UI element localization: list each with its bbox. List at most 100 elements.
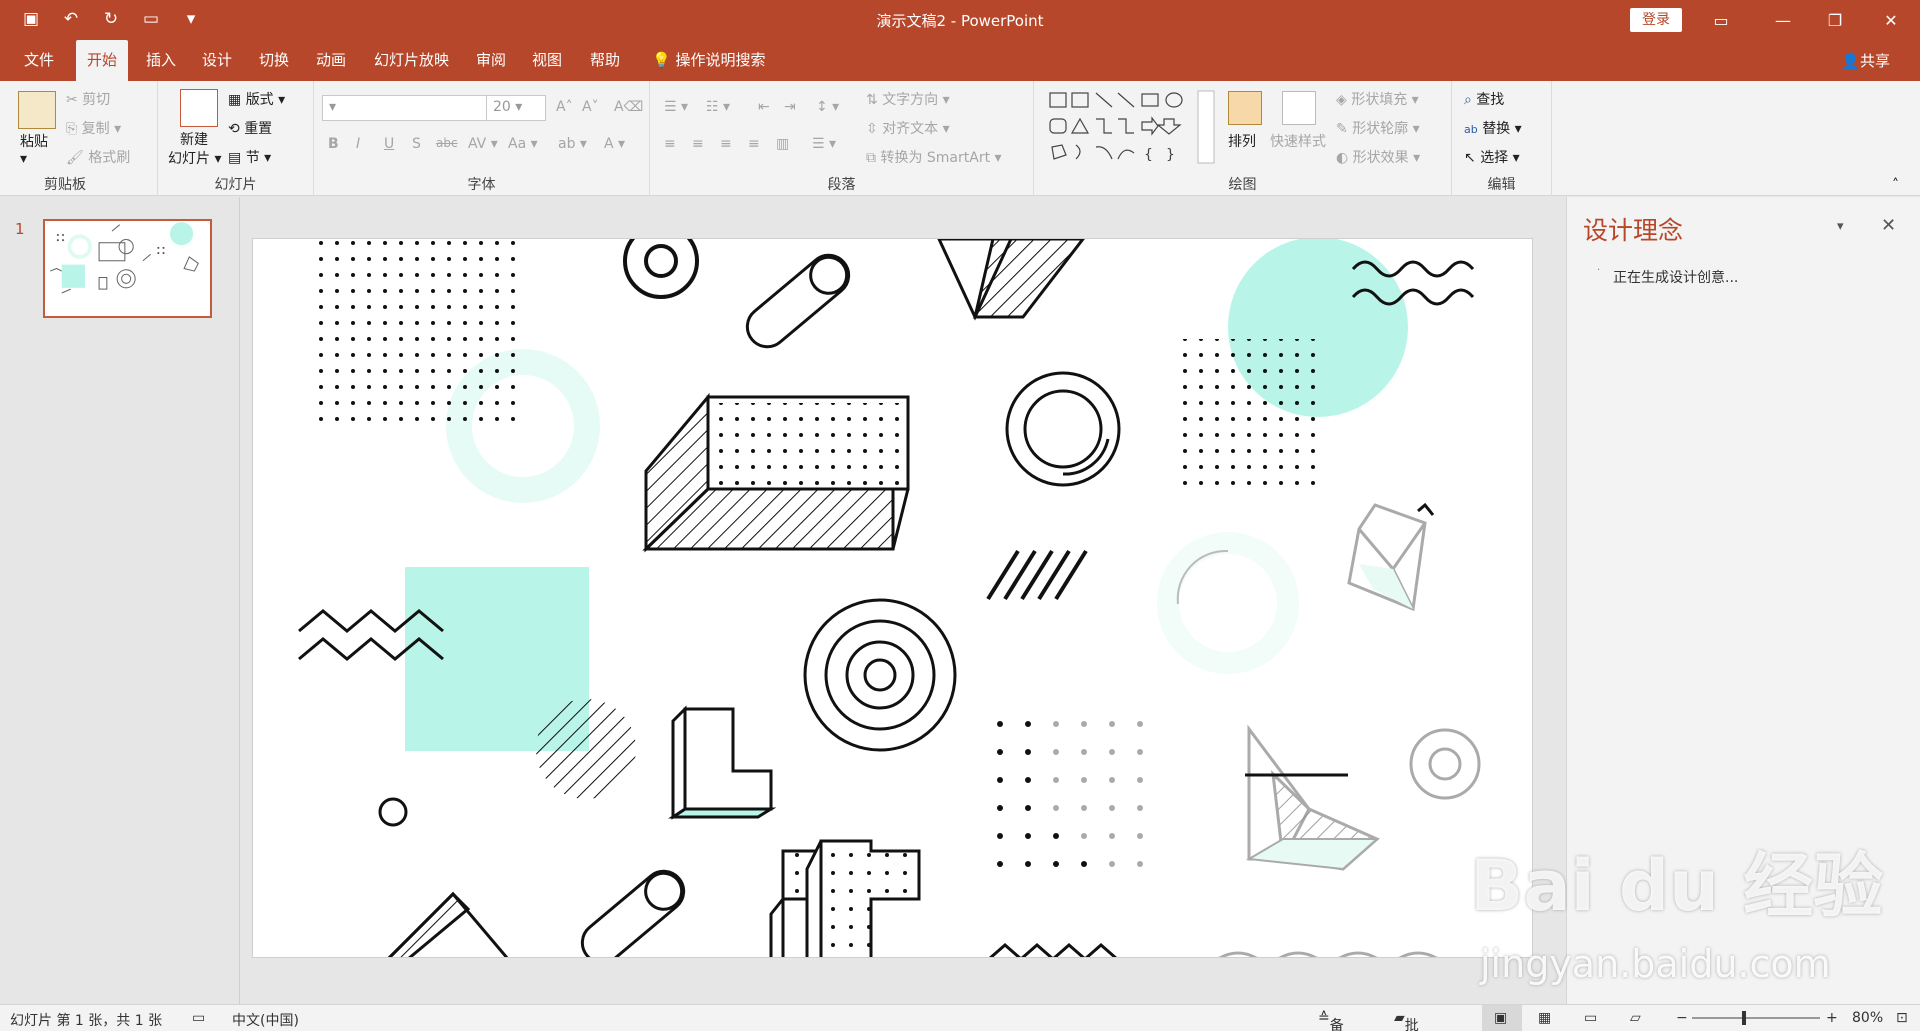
arrange-button[interactable]: 排列 xyxy=(1228,131,1256,151)
reset-button[interactable]: ⟲ 重置 xyxy=(228,118,272,138)
ribbon: 粘贴 ▾ ✂ 剪切 ⎘ 复制 ▾ 🖌 格式刷 剪贴板 新建 幻灯片 ▾ ▦ 版式… xyxy=(0,81,1920,196)
font-label: 字体 xyxy=(467,177,496,193)
layout-button[interactable]: ▦ 版式 ▾ xyxy=(228,89,285,109)
dot-grid-top-left xyxy=(317,241,525,431)
new-slide-icon[interactable] xyxy=(180,89,218,127)
bullets-icon[interactable]: ☰ ▾ xyxy=(664,99,688,115)
line-spacing-icon[interactable]: ↕ ▾ xyxy=(816,99,839,115)
tab-animations[interactable]: 动画 xyxy=(314,40,348,81)
tab-design[interactable]: 设计 xyxy=(200,40,234,81)
tab-home[interactable]: 开始 xyxy=(76,40,128,81)
clear-formatting-icon[interactable]: A⌫ xyxy=(614,99,643,115)
find-button[interactable]: ⌕ 查找 xyxy=(1464,89,1504,109)
justify-icon[interactable]: ≡ xyxy=(748,136,760,152)
font-name-input[interactable]: ▾ xyxy=(322,95,488,121)
copy-button[interactable]: ⎘ 复制 ▾ xyxy=(66,118,121,138)
paragraph-dropdown-icon[interactable]: ☰ ▾ xyxy=(812,136,836,152)
numbering-icon[interactable]: ☷ ▾ xyxy=(706,99,730,115)
ribbon-display-options-icon[interactable]: ▭ xyxy=(1698,0,1744,40)
slide-sorter-icon[interactable]: ▦ xyxy=(1538,1010,1551,1026)
slide-thumbnail[interactable] xyxy=(43,219,212,318)
strikethrough-icon[interactable]: abc xyxy=(436,136,458,150)
pane-options-icon[interactable]: ▾ xyxy=(1837,219,1844,234)
tell-me-search[interactable]: 💡 操作说明搜索 xyxy=(650,40,767,81)
align-text-button[interactable]: ⇳ 对齐文本 ▾ xyxy=(866,118,950,138)
tab-review[interactable]: 审阅 xyxy=(474,40,508,81)
replace-button[interactable]: ab 替换 ▾ xyxy=(1464,118,1522,138)
text-shadow-icon[interactable]: S xyxy=(412,136,421,152)
shapes-gallery[interactable]: {} xyxy=(1048,89,1218,167)
lightbulb-icon: 💡 xyxy=(652,51,671,69)
minimize-button[interactable]: — xyxy=(1760,0,1806,40)
cut-button[interactable]: ✂ 剪切 xyxy=(66,89,110,109)
slideshow-icon[interactable]: ▱ xyxy=(1630,1010,1641,1026)
font-size-value: 20 xyxy=(493,99,511,115)
tab-insert[interactable]: 插入 xyxy=(144,40,178,81)
convert-smartart-button[interactable]: ⧉ 转换为 SmartArt ▾ xyxy=(866,147,1002,167)
login-button[interactable]: 登录 xyxy=(1630,8,1682,32)
tab-transitions[interactable]: 切换 xyxy=(257,40,291,81)
zoom-slider-thumb[interactable] xyxy=(1742,1011,1746,1025)
spelling-check-icon[interactable]: ▭ xyxy=(192,1010,205,1026)
font-size-input[interactable]: 20 ▾ xyxy=(486,95,546,121)
replace-icon: ab xyxy=(1464,123,1478,136)
section-button[interactable]: ▤ 节 ▾ xyxy=(228,147,271,167)
arrange-icon[interactable] xyxy=(1228,91,1262,125)
select-button[interactable]: ↖ 选择 ▾ xyxy=(1464,147,1520,167)
columns-icon[interactable]: ▥ xyxy=(776,136,789,152)
tab-file[interactable]: 文件 xyxy=(22,40,56,81)
shape-effects-button[interactable]: ◐ 形状效果 ▾ xyxy=(1336,147,1420,167)
paste-button[interactable]: 粘贴 xyxy=(20,131,48,151)
character-spacing-icon[interactable]: AV ▾ xyxy=(468,136,498,152)
tab-help[interactable]: 帮助 xyxy=(588,40,622,81)
decrease-indent-icon[interactable]: ⇤ xyxy=(758,99,770,115)
reading-view-icon[interactable]: ▭ xyxy=(1584,1010,1597,1026)
layout-label: 版式 xyxy=(245,92,274,108)
tab-slideshow[interactable]: 幻灯片放映 xyxy=(372,40,451,81)
new-slide-label[interactable]: 幻灯片 ▾ xyxy=(168,148,221,168)
paste-icon[interactable] xyxy=(18,91,56,129)
slide-count-status[interactable]: 幻灯片 第 1 张，共 1 张 xyxy=(10,1010,162,1030)
comments-label: 批注 xyxy=(1404,1018,1419,1031)
text-direction-button[interactable]: ⇅ 文字方向 ▾ xyxy=(866,89,950,109)
new-slide-line2: 幻灯片 xyxy=(168,151,210,167)
italic-icon[interactable]: I xyxy=(356,136,360,152)
quick-styles-icon[interactable] xyxy=(1282,91,1316,125)
shape-outline-button[interactable]: ✎ 形状轮廓 ▾ xyxy=(1336,118,1420,138)
language-status[interactable]: 中文(中国) xyxy=(232,1010,299,1030)
quick-styles-button[interactable]: 快速样式 xyxy=(1270,131,1326,151)
increase-indent-icon[interactable]: ⇥ xyxy=(784,99,796,115)
share-button[interactable]: 👤共享 xyxy=(1841,50,1890,71)
font-color-icon[interactable]: A ▾ xyxy=(604,136,625,152)
faint-ring xyxy=(1157,532,1299,674)
font-size-decrease-icon[interactable]: A˅ xyxy=(582,99,599,115)
align-left-icon[interactable]: ≡ xyxy=(664,136,676,152)
align-right-icon[interactable]: ≡ xyxy=(720,136,732,152)
drawing-label: 绘图 xyxy=(1228,177,1257,193)
editing-label: 编辑 xyxy=(1487,177,1516,193)
text-direction-label: 文字方向 xyxy=(882,92,939,108)
highlight-icon[interactable]: ab ▾ xyxy=(558,136,587,152)
shape-fill-button[interactable]: ◈ 形状填充 ▾ xyxy=(1336,89,1419,109)
change-case-icon[interactable]: Aa ▾ xyxy=(508,136,538,152)
format-painter-button[interactable]: 🖌 格式刷 xyxy=(66,147,130,167)
fit-to-window-icon[interactable]: ⊡ xyxy=(1896,1010,1908,1026)
comments-button[interactable]: ▰ 批注 xyxy=(1394,1010,1419,1031)
collapse-ribbon-icon[interactable]: ˄ xyxy=(1892,177,1899,193)
align-center-icon[interactable]: ≡ xyxy=(692,136,704,152)
slide-canvas[interactable] xyxy=(252,238,1533,958)
close-button[interactable]: ✕ xyxy=(1868,0,1914,40)
zoom-out-icon[interactable]: − xyxy=(1676,1010,1688,1026)
new-slide-button[interactable]: 新建 xyxy=(180,129,208,149)
restore-button[interactable]: ❐ xyxy=(1812,0,1858,40)
paste-dropdown-icon[interactable]: ▾ xyxy=(20,151,27,167)
underline-icon[interactable]: U xyxy=(384,136,394,152)
zoom-in-icon[interactable]: + xyxy=(1826,1010,1838,1026)
zoom-slider[interactable] xyxy=(1692,1017,1820,1019)
tab-view[interactable]: 视图 xyxy=(530,40,564,81)
notes-button[interactable]: ≙ 备注 xyxy=(1318,1010,1344,1031)
close-pane-icon[interactable]: ✕ xyxy=(1881,215,1896,236)
zoom-level[interactable]: 80% xyxy=(1852,1010,1883,1026)
bold-icon[interactable]: B xyxy=(328,136,339,152)
font-size-increase-icon[interactable]: A˄ xyxy=(556,99,573,115)
